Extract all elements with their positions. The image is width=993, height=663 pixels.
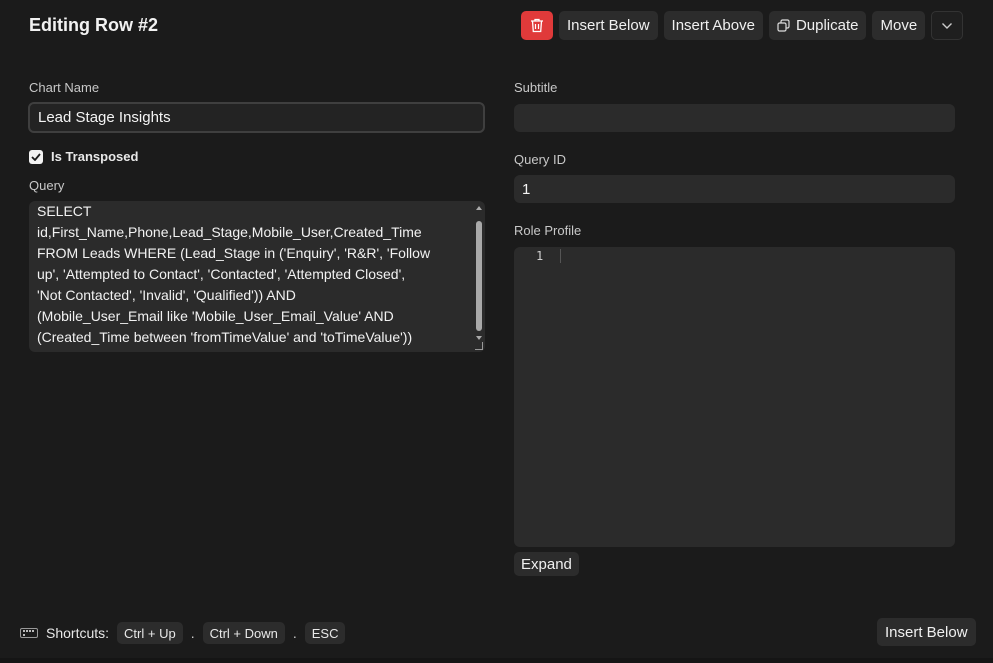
role-profile-editor[interactable]: 1 bbox=[514, 247, 955, 547]
move-button[interactable]: Move bbox=[872, 11, 926, 40]
chart-name-label: Chart Name bbox=[29, 80, 100, 95]
insert-below-button[interactable]: Insert Below bbox=[559, 11, 658, 40]
more-actions-button[interactable] bbox=[931, 11, 964, 40]
expand-button[interactable]: Expand bbox=[514, 552, 579, 576]
is-transposed-checkbox[interactable] bbox=[29, 149, 43, 164]
edit-row-dialog: Editing Row #2 Insert Below Insert Above… bbox=[0, 0, 993, 663]
shortcut-esc: ESC bbox=[304, 622, 346, 644]
shortcuts-bar: Shortcuts: Ctrl + Up . Ctrl + Down . ESC bbox=[20, 622, 346, 644]
query-textarea[interactable]: SELECT id,First_Name,Phone,Lead_Stage,Mo… bbox=[29, 201, 485, 352]
resize-handle-icon[interactable] bbox=[475, 342, 483, 350]
scroll-thumb[interactable] bbox=[476, 221, 482, 331]
subtitle-input[interactable] bbox=[514, 104, 955, 132]
shortcut-ctrl-up: Ctrl + Up bbox=[117, 622, 183, 644]
check-icon bbox=[31, 152, 41, 161]
shortcuts-label: Shortcuts: bbox=[46, 625, 110, 641]
subtitle-label: Subtitle bbox=[514, 80, 558, 95]
delete-button[interactable] bbox=[521, 11, 553, 40]
role-profile-label: Role Profile bbox=[514, 223, 582, 238]
scroll-down-icon[interactable] bbox=[476, 336, 482, 340]
duplicate-button[interactable]: Duplicate bbox=[768, 11, 867, 40]
scroll-up-icon[interactable] bbox=[476, 206, 482, 210]
query-id-input[interactable]: 1 bbox=[514, 175, 955, 203]
keyboard-icon bbox=[20, 628, 38, 638]
trash-icon bbox=[531, 18, 543, 33]
insert-above-button[interactable]: Insert Above bbox=[663, 11, 763, 40]
is-transposed-label: Is Transposed bbox=[51, 149, 139, 164]
footer-insert-below-button[interactable]: Insert Below bbox=[877, 618, 976, 646]
line-number: 1 bbox=[536, 249, 544, 263]
chart-name-input[interactable]: Lead Stage Insights bbox=[28, 102, 485, 133]
shortcut-ctrl-down: Ctrl + Down bbox=[202, 622, 285, 644]
editor-cursor bbox=[560, 249, 561, 263]
query-text: SELECT id,First_Name,Phone,Lead_Stage,Mo… bbox=[37, 203, 431, 345]
query-label: Query bbox=[29, 178, 65, 193]
copy-icon bbox=[777, 19, 790, 32]
row-toolbar: Insert Below Insert Above Duplicate Move bbox=[521, 11, 964, 40]
shortcut-separator: . bbox=[190, 625, 195, 641]
shortcut-separator: . bbox=[292, 625, 297, 641]
chevron-down-icon bbox=[942, 22, 953, 29]
dialog-title: Editing Row #2 bbox=[29, 15, 159, 35]
query-id-label: Query ID bbox=[514, 152, 567, 167]
duplicate-label: Duplicate bbox=[795, 17, 859, 34]
is-transposed-row: Is Transposed bbox=[29, 149, 138, 164]
query-scrollbar[interactable] bbox=[475, 203, 483, 350]
